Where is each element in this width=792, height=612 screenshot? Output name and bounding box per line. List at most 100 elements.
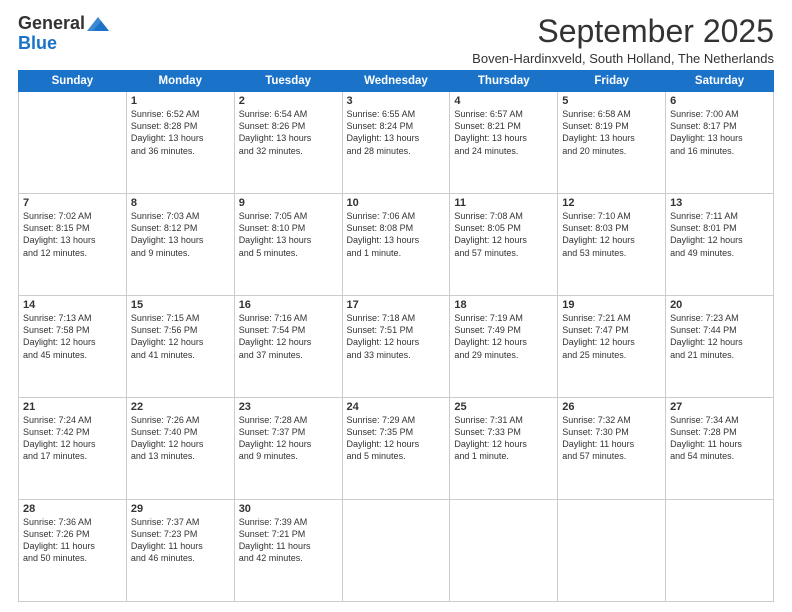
calendar-cell: 25Sunrise: 7:31 AMSunset: 7:33 PMDayligh… [450, 398, 558, 500]
calendar-cell: 4Sunrise: 6:57 AMSunset: 8:21 PMDaylight… [450, 92, 558, 194]
day-number: 30 [239, 503, 338, 515]
week-row-1: 7Sunrise: 7:02 AMSunset: 8:15 PMDaylight… [19, 194, 774, 296]
day-number: 7 [23, 197, 122, 209]
day-number: 17 [347, 299, 446, 311]
day-number: 21 [23, 401, 122, 413]
calendar-cell: 1Sunrise: 6:52 AMSunset: 8:28 PMDaylight… [126, 92, 234, 194]
calendar-cell: 8Sunrise: 7:03 AMSunset: 8:12 PMDaylight… [126, 194, 234, 296]
day-number: 28 [23, 503, 122, 515]
day-info: Sunrise: 6:55 AMSunset: 8:24 PMDaylight:… [347, 108, 446, 157]
calendar-cell [342, 500, 450, 602]
day-number: 11 [454, 197, 553, 209]
day-number: 20 [670, 299, 769, 311]
header-day-sunday: Sunday [19, 71, 127, 92]
calendar-cell: 21Sunrise: 7:24 AMSunset: 7:42 PMDayligh… [19, 398, 127, 500]
calendar-cell: 27Sunrise: 7:34 AMSunset: 7:28 PMDayligh… [666, 398, 774, 500]
header-day-monday: Monday [126, 71, 234, 92]
day-info: Sunrise: 7:36 AMSunset: 7:26 PMDaylight:… [23, 516, 122, 565]
day-info: Sunrise: 7:34 AMSunset: 7:28 PMDaylight:… [670, 414, 769, 463]
day-number: 25 [454, 401, 553, 413]
day-info: Sunrise: 7:21 AMSunset: 7:47 PMDaylight:… [562, 312, 661, 361]
day-info: Sunrise: 7:08 AMSunset: 8:05 PMDaylight:… [454, 210, 553, 259]
calendar-cell: 15Sunrise: 7:15 AMSunset: 7:56 PMDayligh… [126, 296, 234, 398]
day-info: Sunrise: 6:57 AMSunset: 8:21 PMDaylight:… [454, 108, 553, 157]
calendar-cell: 12Sunrise: 7:10 AMSunset: 8:03 PMDayligh… [558, 194, 666, 296]
calendar-cell: 14Sunrise: 7:13 AMSunset: 7:58 PMDayligh… [19, 296, 127, 398]
day-number: 10 [347, 197, 446, 209]
day-info: Sunrise: 7:10 AMSunset: 8:03 PMDaylight:… [562, 210, 661, 259]
calendar-cell: 16Sunrise: 7:16 AMSunset: 7:54 PMDayligh… [234, 296, 342, 398]
week-row-0: 1Sunrise: 6:52 AMSunset: 8:28 PMDaylight… [19, 92, 774, 194]
day-info: Sunrise: 7:37 AMSunset: 7:23 PMDaylight:… [131, 516, 230, 565]
day-number: 9 [239, 197, 338, 209]
day-info: Sunrise: 7:28 AMSunset: 7:37 PMDaylight:… [239, 414, 338, 463]
calendar-cell: 3Sunrise: 6:55 AMSunset: 8:24 PMDaylight… [342, 92, 450, 194]
calendar-cell: 23Sunrise: 7:28 AMSunset: 7:37 PMDayligh… [234, 398, 342, 500]
calendar-cell: 11Sunrise: 7:08 AMSunset: 8:05 PMDayligh… [450, 194, 558, 296]
calendar-cell: 13Sunrise: 7:11 AMSunset: 8:01 PMDayligh… [666, 194, 774, 296]
title-block: September 2025 Boven-Hardinxveld, South … [472, 14, 774, 66]
day-info: Sunrise: 7:23 AMSunset: 7:44 PMDaylight:… [670, 312, 769, 361]
day-info: Sunrise: 7:00 AMSunset: 8:17 PMDaylight:… [670, 108, 769, 157]
calendar-table: SundayMondayTuesdayWednesdayThursdayFrid… [18, 70, 774, 602]
calendar-cell: 19Sunrise: 7:21 AMSunset: 7:47 PMDayligh… [558, 296, 666, 398]
day-info: Sunrise: 7:13 AMSunset: 7:58 PMDaylight:… [23, 312, 122, 361]
day-info: Sunrise: 7:06 AMSunset: 8:08 PMDaylight:… [347, 210, 446, 259]
calendar-cell: 24Sunrise: 7:29 AMSunset: 7:35 PMDayligh… [342, 398, 450, 500]
calendar-cell: 2Sunrise: 6:54 AMSunset: 8:26 PMDaylight… [234, 92, 342, 194]
calendar-cell: 10Sunrise: 7:06 AMSunset: 8:08 PMDayligh… [342, 194, 450, 296]
calendar-cell: 22Sunrise: 7:26 AMSunset: 7:40 PMDayligh… [126, 398, 234, 500]
day-info: Sunrise: 7:26 AMSunset: 7:40 PMDaylight:… [131, 414, 230, 463]
header: General Blue September 2025 Boven-Hardin… [18, 14, 774, 66]
month-title: September 2025 [472, 14, 774, 49]
day-info: Sunrise: 6:52 AMSunset: 8:28 PMDaylight:… [131, 108, 230, 157]
day-number: 8 [131, 197, 230, 209]
header-row: SundayMondayTuesdayWednesdayThursdayFrid… [19, 71, 774, 92]
day-info: Sunrise: 7:15 AMSunset: 7:56 PMDaylight:… [131, 312, 230, 361]
day-info: Sunrise: 7:18 AMSunset: 7:51 PMDaylight:… [347, 312, 446, 361]
day-number: 15 [131, 299, 230, 311]
logo-blue: Blue [18, 34, 57, 54]
day-number: 4 [454, 95, 553, 107]
calendar-cell: 9Sunrise: 7:05 AMSunset: 8:10 PMDaylight… [234, 194, 342, 296]
day-number: 14 [23, 299, 122, 311]
header-day-tuesday: Tuesday [234, 71, 342, 92]
calendar-cell: 30Sunrise: 7:39 AMSunset: 7:21 PMDayligh… [234, 500, 342, 602]
logo-general: General [18, 14, 85, 34]
day-info: Sunrise: 7:19 AMSunset: 7:49 PMDaylight:… [454, 312, 553, 361]
day-info: Sunrise: 6:54 AMSunset: 8:26 PMDaylight:… [239, 108, 338, 157]
day-number: 13 [670, 197, 769, 209]
day-number: 6 [670, 95, 769, 107]
header-day-friday: Friday [558, 71, 666, 92]
calendar-cell: 18Sunrise: 7:19 AMSunset: 7:49 PMDayligh… [450, 296, 558, 398]
calendar-cell [19, 92, 127, 194]
day-info: Sunrise: 7:39 AMSunset: 7:21 PMDaylight:… [239, 516, 338, 565]
day-number: 12 [562, 197, 661, 209]
day-info: Sunrise: 7:32 AMSunset: 7:30 PMDaylight:… [562, 414, 661, 463]
calendar-header: SundayMondayTuesdayWednesdayThursdayFrid… [19, 71, 774, 92]
header-day-saturday: Saturday [666, 71, 774, 92]
page: General Blue September 2025 Boven-Hardin… [0, 0, 792, 612]
header-day-thursday: Thursday [450, 71, 558, 92]
day-info: Sunrise: 7:11 AMSunset: 8:01 PMDaylight:… [670, 210, 769, 259]
day-number: 3 [347, 95, 446, 107]
calendar-cell [450, 500, 558, 602]
calendar-cell: 5Sunrise: 6:58 AMSunset: 8:19 PMDaylight… [558, 92, 666, 194]
logo: General Blue [18, 14, 109, 54]
day-info: Sunrise: 7:16 AMSunset: 7:54 PMDaylight:… [239, 312, 338, 361]
calendar-cell: 20Sunrise: 7:23 AMSunset: 7:44 PMDayligh… [666, 296, 774, 398]
week-row-4: 28Sunrise: 7:36 AMSunset: 7:26 PMDayligh… [19, 500, 774, 602]
day-number: 1 [131, 95, 230, 107]
day-info: Sunrise: 7:03 AMSunset: 8:12 PMDaylight:… [131, 210, 230, 259]
day-number: 24 [347, 401, 446, 413]
calendar-cell: 29Sunrise: 7:37 AMSunset: 7:23 PMDayligh… [126, 500, 234, 602]
day-number: 22 [131, 401, 230, 413]
day-info: Sunrise: 7:05 AMSunset: 8:10 PMDaylight:… [239, 210, 338, 259]
day-info: Sunrise: 7:24 AMSunset: 7:42 PMDaylight:… [23, 414, 122, 463]
calendar-cell: 7Sunrise: 7:02 AMSunset: 8:15 PMDaylight… [19, 194, 127, 296]
calendar-cell [666, 500, 774, 602]
day-number: 2 [239, 95, 338, 107]
location: Boven-Hardinxveld, South Holland, The Ne… [472, 51, 774, 66]
calendar-cell: 28Sunrise: 7:36 AMSunset: 7:26 PMDayligh… [19, 500, 127, 602]
day-number: 27 [670, 401, 769, 413]
